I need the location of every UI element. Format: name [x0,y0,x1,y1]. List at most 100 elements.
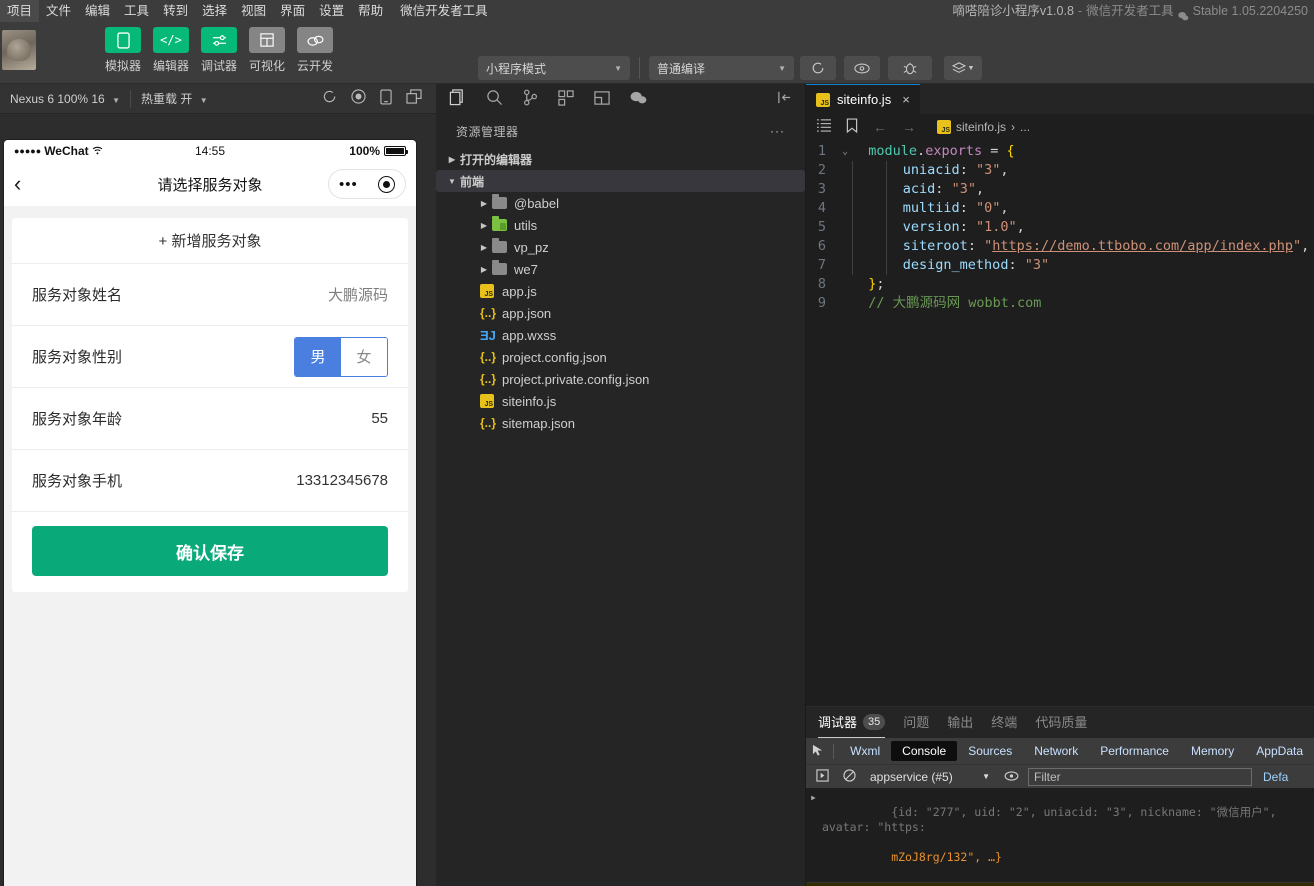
toolbar-editor-button[interactable]: </> 编辑器 [153,27,189,74]
code-content[interactable]: 1⌄ module.exports = {2 uniacid: "3",3 ac… [806,139,1314,313]
mode-select[interactable]: 小程序模式 ▼ [478,56,630,80]
section-open-editors[interactable]: ▶ 打开的编辑器 [436,148,805,170]
toolbar-simulator-button[interactable]: 模拟器 [105,27,141,74]
code-line-number: 9 [806,294,838,313]
run-icon[interactable] [812,769,832,785]
tree-item-sitemap-json[interactable]: {..} sitemap.json [436,412,805,434]
menu-item-settings[interactable]: 设置 [312,0,351,22]
tree-item-label: @babel [514,196,559,211]
devtools-tab-wxml[interactable]: Wxml [839,741,891,761]
wechat-icon[interactable] [630,91,647,107]
menu-item-edit[interactable]: 编辑 [78,0,117,22]
source-control-icon[interactable] [523,89,538,109]
field-row-age[interactable]: 服务对象年龄 55 [12,388,408,450]
mobile-icon[interactable] [380,89,392,108]
outline-icon[interactable] [817,118,831,135]
field-row-phone[interactable]: 服务对象手机 13312345678 [12,450,408,512]
code-token: // 大鹏源码网 wobbt.com [868,294,1041,313]
avatar[interactable] [2,30,36,70]
add-service-object-button[interactable]: + 新增服务对象 [12,218,408,264]
tree-item-siteinfo-js[interactable]: JS siteinfo.js [436,390,805,412]
devtools-tab-performance[interactable]: Performance [1089,741,1180,761]
extensions-icon[interactable] [558,90,574,109]
toolbar-visual-button[interactable]: 可视化 [249,27,285,74]
element-picker-icon[interactable] [812,744,827,758]
menu-item-file[interactable]: 文件 [39,0,78,22]
tab-output[interactable]: 输出 [947,707,973,738]
breadcrumb[interactable]: JS siteinfo.js › ... [937,120,1030,134]
console-context-select[interactable]: appservice (#5) ▼ [866,768,994,786]
tree-item-app-wxss[interactable]: ƎJ app.wxss [436,324,805,346]
debug-icon[interactable] [594,90,610,109]
back-arrow-icon[interactable]: ← [873,119,887,135]
clear-icon[interactable] [839,769,859,785]
toolbar-cloud-button[interactable]: 云开发 [297,27,333,74]
menu-item-devtools[interactable]: 微信开发者工具 [390,0,495,22]
tree-item-project-config[interactable]: {..} project.config.json [436,346,805,368]
device-select[interactable]: Nexus 6 100% 16 ▼ [0,84,130,114]
gender-option-female[interactable]: 女 [341,338,387,376]
search-icon[interactable] [486,89,503,109]
console-filter-input[interactable]: Filter [1028,768,1252,786]
console-message-object[interactable]: ▸ {id: "277", uid: "2", uniacid: "3", ni… [806,788,1314,883]
close-icon[interactable]: × [902,92,910,107]
compile-select[interactable]: 普通编译 ▼ [649,56,794,80]
console-messages[interactable]: ▸ {id: "277", uid: "2", uniacid: "3", ni… [806,788,1314,886]
expand-icon[interactable]: ▸ [810,790,817,880]
devtools-tab-sources[interactable]: Sources [957,741,1023,761]
tab-terminal[interactable]: 终端 [991,707,1017,738]
tree-item-app-json[interactable]: {..} app.json [436,302,805,324]
section-frontend[interactable]: ▼ 前端 [436,170,805,192]
indent-guide [886,161,903,180]
tree-item-app-js[interactable]: JS app.js [436,280,805,302]
tab-problems[interactable]: 问题 [903,707,929,738]
menu-item-select[interactable]: 选择 [195,0,234,22]
tree-item-project-private-config[interactable]: {..} project.private.config.json [436,368,805,390]
devtools-tab-appdata[interactable]: AppData [1245,741,1314,761]
editor-tab-siteinfo[interactable]: JS siteinfo.js × [806,84,920,114]
tree-item-utils[interactable]: ▶ utils [436,214,805,236]
menu-item-interface[interactable]: 界面 [273,0,312,22]
tab-debugger[interactable]: 调试器 35 [818,707,885,738]
devtools-tab-network[interactable]: Network [1023,741,1089,761]
toolbar-debugger-button[interactable]: 调试器 [201,27,237,74]
indent-guide [852,199,886,218]
gender-option-male[interactable]: 男 [295,338,341,376]
tree-item-babel[interactable]: ▶ @babel [436,192,805,214]
record-icon[interactable] [351,89,366,108]
section-open-editors-label: 打开的编辑器 [460,151,532,168]
windows-icon[interactable] [406,89,422,108]
code-fold-icon[interactable]: ⌄ [838,142,852,161]
devtools-tab-memory[interactable]: Memory [1180,741,1245,761]
menu-item-tools[interactable]: 工具 [117,0,156,22]
chevron-down-icon: ▼ [778,64,786,73]
field-label-gender: 服务对象性别 [32,346,122,367]
files-icon[interactable] [449,89,466,109]
back-icon[interactable]: ‹ [14,173,21,195]
more-icon[interactable]: ••• [339,177,358,192]
tab-code-quality[interactable]: 代码质量 [1035,707,1087,738]
menu-item-goto[interactable]: 转到 [156,0,195,22]
code-token: "3" [976,161,1000,180]
console-level-select[interactable]: Defa [1259,770,1288,784]
rotate-icon[interactable] [322,89,337,108]
devtools-tab-console[interactable]: Console [891,741,957,761]
forward-arrow-icon[interactable]: → [902,119,916,135]
simulator-toolbar: Nexus 6 100% 16 ▼ 热重载 开 ▼ [0,84,436,114]
more-icon[interactable]: ··· [770,124,785,138]
json-icon: {..} [480,307,502,319]
save-button[interactable]: 确认保存 [32,526,388,576]
close-target-icon[interactable] [378,176,395,193]
field-row-name[interactable]: 服务对象姓名 大鹏源码 [12,264,408,326]
chevron-right-icon: ▶ [476,265,492,274]
bookmark-icon[interactable] [846,118,858,136]
menu-item-help[interactable]: 帮助 [351,0,390,22]
collapse-icon[interactable] [777,90,792,108]
hotreload-select[interactable]: 热重载 开 ▼ [131,84,218,114]
menu-item-view[interactable]: 视图 [234,0,273,22]
tree-item-vp-pz[interactable]: ▶ vp_pz [436,236,805,258]
menu-item-project[interactable]: 项目 [0,0,39,22]
code-line: 3 acid: "3", [806,180,1314,199]
tree-item-we7[interactable]: ▶ we7 [436,258,805,280]
eye-icon[interactable] [1001,770,1021,784]
